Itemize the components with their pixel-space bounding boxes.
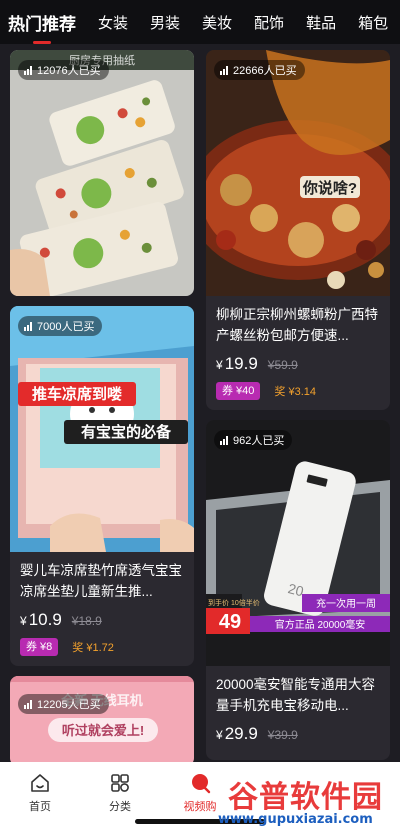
coupon-badge[interactable]: 券 ¥40: [216, 382, 261, 400]
reward-amount: 奖 ¥3.14: [274, 386, 317, 398]
price-row: ¥10.9 ¥18.9: [20, 610, 184, 630]
sold-count-badge: 22666人已买: [214, 60, 305, 80]
product-card[interactable]: 你说啥? 22666人已买 柳柳正宗柳州螺蛳粉广西特产螺丝粉包邮方便速... ¥…: [206, 50, 390, 410]
product-card[interactable]: 厨房专用抽纸 12076人已买: [10, 50, 194, 296]
watermark-url: www.gupuxiazai.com: [218, 812, 373, 827]
nav-home[interactable]: 首页: [0, 762, 80, 830]
home-icon: [31, 774, 49, 792]
promo-row: 券 ¥40 奖 ¥3.14: [216, 382, 380, 400]
tab-mens-clothing[interactable]: 男装: [150, 12, 180, 33]
current-price: ¥19.9: [216, 354, 258, 373]
sold-count-badge: 12205人已买: [18, 694, 109, 714]
product-info: 婴儿车凉席垫竹席透气宝宝凉席坐垫儿童新生推... ¥10.9 ¥18.9 券 ¥…: [10, 552, 194, 666]
nav-home-label: 首页: [29, 801, 51, 813]
app: 热门推荐 女装 男装 美妆 配饰 鞋品 箱包 儿 厨房专用抽纸: [0, 0, 400, 830]
price-row: ¥29.9 ¥39.9: [216, 724, 380, 744]
sold-count-badge: 962人已买: [214, 430, 293, 450]
product-image-stroller-mat[interactable]: 推车凉席到喽 有宝宝的必备 7000人已买: [10, 306, 194, 552]
current-price: ¥10.9: [20, 610, 62, 629]
svg-text:到手价 10倍半价: 到手价 10倍半价: [208, 598, 260, 607]
coupon-badge[interactable]: 券 ¥8: [20, 638, 59, 656]
watermark-title: 谷普软件园: [228, 780, 383, 815]
product-card[interactable]: 推车凉席到喽 有宝宝的必备 7000人已买 婴儿车凉席垫竹席透气宝宝凉席坐垫儿童…: [10, 306, 194, 666]
product-info: 柳柳正宗柳州螺蛳粉广西特产螺丝粉包邮方便速... ¥19.9 ¥59.9 券 ¥…: [206, 296, 390, 410]
signal-bars-icon: [220, 435, 228, 445]
feed-column-right: 你说啥? 22666人已买 柳柳正宗柳州螺蛳粉广西特产螺丝粉包邮方便速... ¥…: [206, 50, 390, 770]
signal-bars-icon: [24, 65, 32, 75]
svg-text:推车凉席到喽: 推车凉席到喽: [32, 385, 122, 403]
price-row: ¥19.9 ¥59.9: [216, 354, 380, 374]
tab-accessories[interactable]: 配饰: [254, 12, 284, 33]
sold-count-badge: 12076人已买: [18, 60, 109, 80]
category-grid-icon: [111, 774, 129, 792]
feed-column-left: 厨房专用抽纸 12076人已买 推车凉席到喽 有宝宝的必备 7000人已买 婴儿…: [10, 50, 194, 776]
product-card[interactable]: 全新 无线耳机 听过就会爱上! 12205人已买: [10, 676, 194, 766]
nav-video-shop-label: 视频购: [183, 801, 217, 813]
tab-shoes[interactable]: 鞋品: [306, 12, 336, 33]
svg-text:你说啥?: 你说啥?: [302, 179, 357, 197]
tab-bags[interactable]: 箱包: [358, 12, 388, 33]
svg-text:49: 49: [219, 611, 241, 633]
category-tabs: 热门推荐 女装 男装 美妆 配饰 鞋品 箱包 儿: [0, 0, 400, 44]
video-shop-icon: [192, 774, 211, 794]
original-price: ¥39.9: [267, 728, 298, 742]
tab-womens-clothing[interactable]: 女装: [98, 12, 128, 33]
svg-text:官方正品 20000毫安: 官方正品 20000毫安: [275, 618, 366, 631]
promo-row: 券 ¥8 奖 ¥1.72: [20, 638, 184, 656]
product-title[interactable]: 20000毫安智能专通用大容量手机充电宝移动电...: [216, 674, 380, 716]
product-info: 20000毫安智能专通用大容量手机充电宝移动电... ¥29.9 ¥39.9: [206, 666, 390, 754]
svg-text:有宝宝的必备: 有宝宝的必备: [81, 423, 172, 441]
svg-text:听过就会爱上!: 听过就会爱上!: [62, 723, 144, 738]
tab-hot-recommend[interactable]: 热门推荐: [8, 10, 76, 44]
svg-text:充一次用一周: 充一次用一周: [316, 597, 376, 610]
sold-count-badge: 7000人已买: [18, 316, 103, 336]
nav-category-label: 分类: [109, 801, 131, 813]
signal-bars-icon: [220, 65, 228, 75]
site-watermark: 谷普软件园 www.gupuxiazai.com: [218, 772, 400, 830]
product-image-luosifen[interactable]: 你说啥? 22666人已买: [206, 50, 390, 296]
current-price: ¥29.9: [216, 724, 258, 743]
product-title[interactable]: 婴儿车凉席垫竹席透气宝宝凉席坐垫儿童新生推...: [20, 560, 184, 602]
original-price: ¥59.9: [267, 358, 298, 372]
product-card[interactable]: 20 到手价 10倍半价 充一次用一周 49 官方正品 20000毫安 962人…: [206, 420, 390, 760]
signal-bars-icon: [24, 321, 32, 331]
tab-beauty[interactable]: 美妆: [202, 12, 232, 33]
original-price: ¥18.9: [71, 614, 102, 628]
signal-bars-icon: [24, 699, 32, 709]
reward-amount: 奖 ¥1.72: [72, 642, 114, 654]
product-image-power-bank[interactable]: 20 到手价 10倍半价 充一次用一周 49 官方正品 20000毫安 962人…: [206, 420, 390, 666]
product-title[interactable]: 柳柳正宗柳州螺蛳粉广西特产螺丝粉包邮方便速...: [216, 304, 380, 346]
product-image-earbuds[interactable]: 全新 无线耳机 听过就会爱上! 12205人已买: [10, 676, 194, 766]
product-image-kitchen-tissue[interactable]: 厨房专用抽纸 12076人已买: [10, 50, 194, 296]
